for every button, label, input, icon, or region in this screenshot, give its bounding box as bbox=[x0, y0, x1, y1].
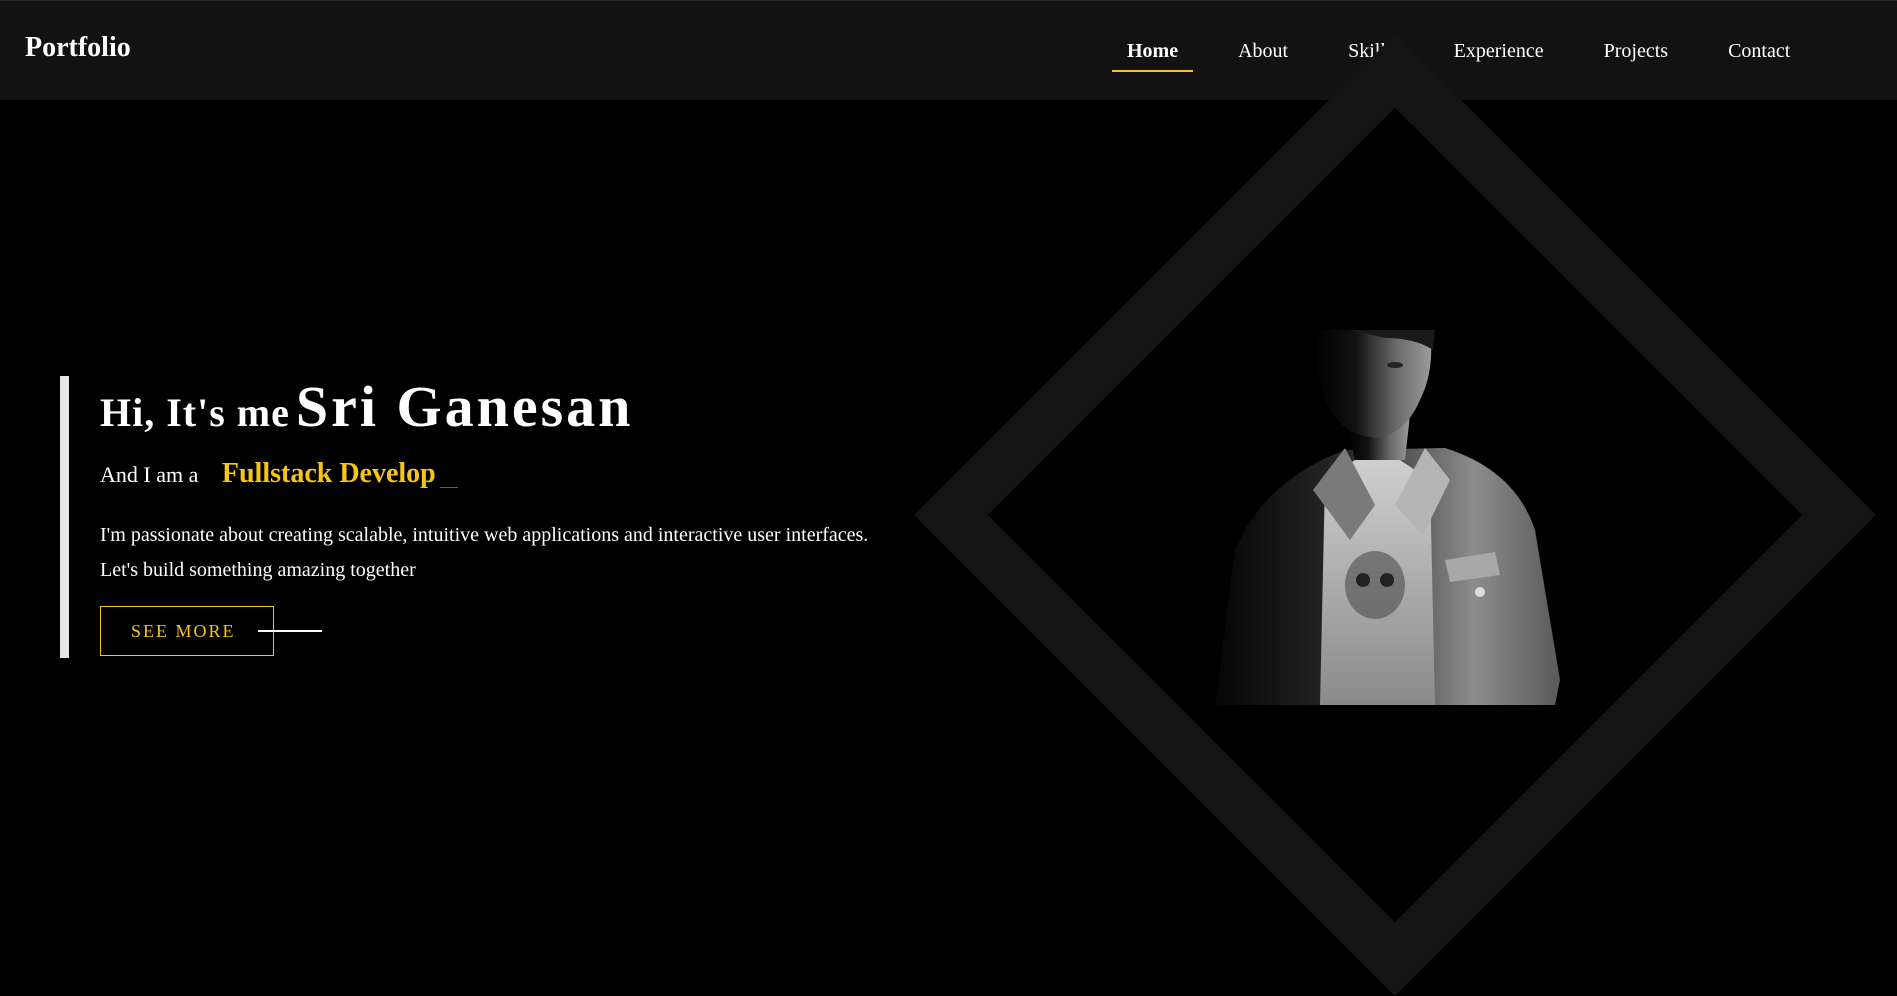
hero-description: I'm passionate about creating scalable, … bbox=[100, 524, 869, 581]
nav-link-projects[interactable]: Projects bbox=[1589, 37, 1683, 71]
nav-link-experience[interactable]: Experience bbox=[1439, 37, 1559, 71]
nav-link-contact[interactable]: Contact bbox=[1713, 37, 1805, 71]
nav-link-home[interactable]: Home bbox=[1112, 37, 1194, 72]
hero-heading: Hi, It's me Sri Ganesan bbox=[100, 378, 633, 436]
profile-portrait-image bbox=[1195, 330, 1565, 705]
logo[interactable]: Portfolio bbox=[25, 34, 131, 62]
hero-accent-bar bbox=[60, 376, 69, 658]
see-more-line-decoration bbox=[258, 630, 322, 632]
hero-name: Sri Ganesan bbox=[295, 374, 634, 439]
hero-greeting: Hi, It's me bbox=[100, 390, 290, 435]
nav-links: Home About Skills Experience Projects Co… bbox=[1112, 37, 1835, 72]
hero-role-line: And I am a Fullstack Develop bbox=[100, 460, 458, 488]
hero-role-typed: Fullstack Develop bbox=[222, 458, 458, 489]
see-more-button[interactable]: SEE MORE bbox=[100, 606, 274, 656]
nav-link-about[interactable]: About bbox=[1223, 37, 1303, 71]
hero-role-prefix: And I am a bbox=[100, 462, 199, 487]
navbar: Portfolio Home About Skills Experience P… bbox=[0, 0, 1897, 100]
